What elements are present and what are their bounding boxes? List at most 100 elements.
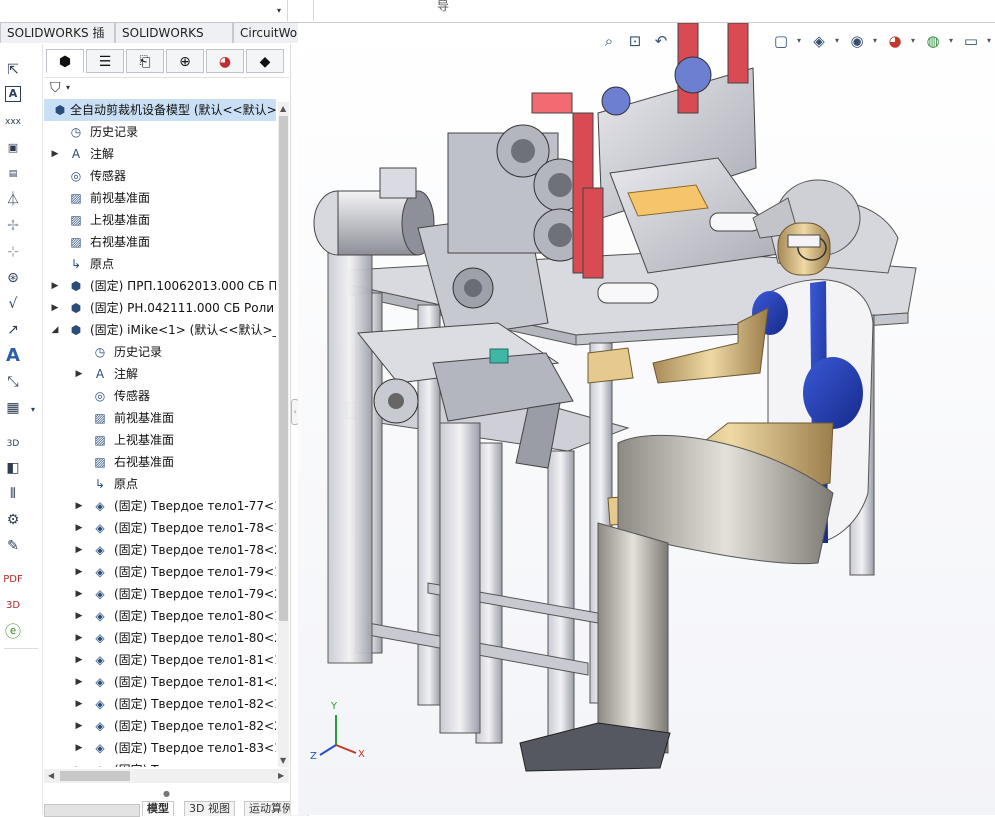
tree-item[interactable]: ▶ ◈ (固定) Твердое тело1-82<1 bbox=[44, 693, 276, 715]
graphics-area[interactable]: ⌕ ⊡ ↶ ◩ ▢ ▾ ◈ ▾ ◉ ▾ ◕ ▾ ◍ ▾ ▭ ▾ bbox=[298, 23, 995, 815]
scroll-up-arrow[interactable]: ▲ bbox=[280, 104, 286, 113]
export-icon[interactable]: ⓔ bbox=[2, 622, 24, 642]
table-dropdown-icon[interactable]: ▾ bbox=[28, 400, 38, 420]
tree-item[interactable]: ▶ A 注解 bbox=[44, 363, 276, 385]
hole-callout-icon[interactable]: ↗ bbox=[2, 320, 24, 340]
scroll-down-arrow[interactable]: ▼ bbox=[280, 756, 286, 765]
datum-icon[interactable]: ✢ bbox=[2, 216, 24, 236]
tree-item[interactable]: ▶ ◈ (固定) Твердое тело1-79<2 bbox=[44, 583, 276, 605]
expand-toggle-icon[interactable]: ▶ bbox=[74, 605, 84, 627]
expand-toggle-icon[interactable]: ◢ bbox=[50, 319, 60, 341]
tree-item[interactable]: ▶ ◈ (固定) Твердое тело1-83<1 bbox=[44, 737, 276, 759]
tree-item[interactable]: ▶ ◈ (固定) Твердое тело1-82<2 bbox=[44, 715, 276, 737]
tree-item[interactable]: ▨ 上视基准面 bbox=[44, 209, 276, 231]
break-view-icon[interactable]: ⫴ bbox=[2, 484, 24, 504]
plane-icon: ▨ bbox=[70, 191, 82, 205]
pmi-icon[interactable]: ⚙ bbox=[2, 510, 24, 530]
tree-filter-row: ⛉ ▾ bbox=[44, 77, 289, 100]
tree-item[interactable]: ↳ 原点 bbox=[44, 253, 276, 275]
sensor-icon: ◎ bbox=[70, 169, 82, 183]
surface-finish-icon[interactable]: ⏃ bbox=[2, 190, 24, 210]
tree-item[interactable]: ▶ ◈ (固定) Твердое тело1-80<2 bbox=[44, 627, 276, 649]
tab-scroll-buttons[interactable] bbox=[44, 804, 140, 817]
geometric-tolerance-icon[interactable]: ⊹ bbox=[2, 242, 24, 262]
tree-item[interactable]: ▶ ◈ (固定) Твердое тело1-78<2 bbox=[44, 539, 276, 561]
expand-toggle-icon[interactable]: ▶ bbox=[74, 693, 84, 715]
expand-toggle-icon[interactable]: ▶ bbox=[74, 363, 84, 385]
tree-item[interactable]: ▨ 前视基准面 bbox=[44, 407, 276, 429]
tree-item-label: (固定) Твердое тело1-79<2 bbox=[114, 587, 276, 601]
text-icon[interactable]: √ bbox=[2, 294, 24, 314]
configuration-manager-tab[interactable]: ⎗ bbox=[126, 49, 164, 73]
expand-toggle-icon[interactable]: ▶ bbox=[50, 143, 60, 165]
expand-toggle-icon[interactable]: ▶ bbox=[74, 715, 84, 737]
property-manager-tab[interactable]: ☰ bbox=[86, 49, 124, 73]
splitter-grip-dot[interactable]: ● bbox=[163, 789, 170, 798]
expand-toggle-icon[interactable]: ▶ bbox=[50, 275, 60, 297]
section-view-icon[interactable]: ◧ bbox=[2, 458, 24, 478]
expand-toggle-icon[interactable]: ▶ bbox=[74, 671, 84, 693]
expand-toggle-icon[interactable]: ▶ bbox=[50, 297, 60, 319]
tree-item[interactable]: ◎ 传感器 bbox=[44, 385, 276, 407]
tree-item[interactable]: ◢ ⬢ (固定) iMike<1> (默认<<默认>_ bbox=[44, 319, 276, 341]
tree-item[interactable]: ▨ 右视基准面 bbox=[44, 451, 276, 473]
tree-item[interactable]: ▶ ⬢ (固定) РН.042111.000 СБ Роли bbox=[44, 297, 276, 319]
tree-item[interactable]: ▶ ◈ (固定) Твердое тело1-77<1 bbox=[44, 495, 276, 517]
scroll-right-arrow[interactable]: ▶ bbox=[278, 771, 284, 780]
expand-toggle-icon[interactable]: ▶ bbox=[74, 583, 84, 605]
smart-dimension-icon[interactable]: ⇱ bbox=[2, 60, 24, 80]
expand-toggle-icon[interactable]: ▶ bbox=[74, 539, 84, 561]
tree-item[interactable]: ▶ ⬢ (固定) ПРП.10062013.000 СБ П bbox=[44, 275, 276, 297]
dimxpert-tab[interactable]: ⊕ bbox=[166, 49, 204, 73]
expand-toggle-icon[interactable]: ▶ bbox=[74, 561, 84, 583]
weld-symbol-icon[interactable]: ⊛ bbox=[2, 268, 24, 288]
filter-icon[interactable]: ⛉ bbox=[50, 80, 61, 96]
tree-item[interactable]: ▨ 上视基准面 bbox=[44, 429, 276, 451]
text-style-icon[interactable]: A bbox=[2, 346, 24, 366]
3d-view-icon[interactable]: 3D bbox=[2, 434, 24, 454]
expand-toggle-icon[interactable]: ▶ bbox=[74, 737, 84, 759]
magnetic-line-icon[interactable]: ▤ bbox=[2, 164, 24, 184]
filter-dropdown-arrow[interactable]: ▾ bbox=[66, 83, 70, 92]
publish-edrawings-icon[interactable]: 3D bbox=[2, 596, 24, 616]
tree-item[interactable]: ▶ ◈ (固定) Твердое тело1-80<1 bbox=[44, 605, 276, 627]
tree-item[interactable]: ▶ ◈ (固定) Твердое тело1-81<2 bbox=[44, 671, 276, 693]
assembly-3d-model[interactable] bbox=[298, 23, 995, 815]
expand-toggle-icon[interactable]: ▶ bbox=[74, 759, 84, 767]
tree-item[interactable]: ◷ 历史记录 bbox=[44, 341, 276, 363]
tree-item[interactable]: ▨ 前视基准面 bbox=[44, 187, 276, 209]
expand-toggle-icon[interactable]: ▶ bbox=[74, 495, 84, 517]
tree-item[interactable]: ▨ 右视基准面 bbox=[44, 231, 276, 253]
tab-model[interactable]: 模型 bbox=[142, 801, 174, 816]
note-icon[interactable]: A bbox=[5, 86, 21, 102]
table-icon[interactable]: ▦ bbox=[2, 398, 24, 418]
display-manager-tab[interactable]: ◕ bbox=[206, 49, 244, 73]
tree-item-label: 历史记录 bbox=[90, 125, 139, 139]
expand-toggle-icon[interactable]: ▶ bbox=[74, 627, 84, 649]
tree-item[interactable]: ◷ 历史记录 bbox=[44, 121, 276, 143]
balloon-icon[interactable]: xxx bbox=[2, 112, 24, 132]
tree-item[interactable]: ▶ ◈ (固定) Т bbox=[44, 759, 276, 767]
tree-item[interactable]: ◎ 传感器 bbox=[44, 165, 276, 187]
feature-manager-tab[interactable]: ⬢ bbox=[46, 49, 84, 73]
tree-item[interactable]: ▶ ◈ (固定) Твердое тело1-79<1 bbox=[44, 561, 276, 583]
tree-item[interactable]: ▶ ◈ (固定) Твердое тело1-78<1 bbox=[44, 517, 276, 539]
tree-item[interactable]: ▶ A 注解 bbox=[44, 143, 276, 165]
scroll-left-arrow[interactable]: ◀ bbox=[48, 771, 54, 780]
tab-3d-views[interactable]: 3D 视图 bbox=[184, 801, 235, 816]
expand-toggle-icon[interactable]: ▶ bbox=[74, 517, 84, 539]
tree-vertical-scroll-thumb[interactable] bbox=[279, 116, 288, 621]
tab-solidworks-mbd[interactable]: SOLIDWORKS MBD bbox=[115, 22, 233, 61]
tab-solidworks-addins[interactable]: SOLIDWORKS 插件 bbox=[0, 22, 115, 61]
tree-item[interactable]: ▶ ◈ (固定) Твердое тело1-81<1 bbox=[44, 649, 276, 671]
leader-icon[interactable]: ⤡ bbox=[2, 372, 24, 392]
publish-3d-pdf-icon[interactable]: PDF bbox=[2, 570, 24, 590]
tree-horizontal-scroll-thumb[interactable] bbox=[60, 771, 130, 781]
top-dropdown-arrow[interactable]: ▾ bbox=[277, 6, 281, 15]
tree-item[interactable]: ↳ 原点 bbox=[44, 473, 276, 495]
expand-toggle-icon[interactable]: ▶ bbox=[74, 649, 84, 671]
cam-tab[interactable]: ◆ bbox=[246, 49, 284, 73]
auto-balloon-icon[interactable]: ▣ bbox=[2, 138, 24, 158]
publish-icon[interactable]: ✎ bbox=[2, 536, 24, 556]
tree-item[interactable]: ⬢ 全自动剪裁机设备模型 (默认<<默认>_ bbox=[44, 99, 276, 121]
